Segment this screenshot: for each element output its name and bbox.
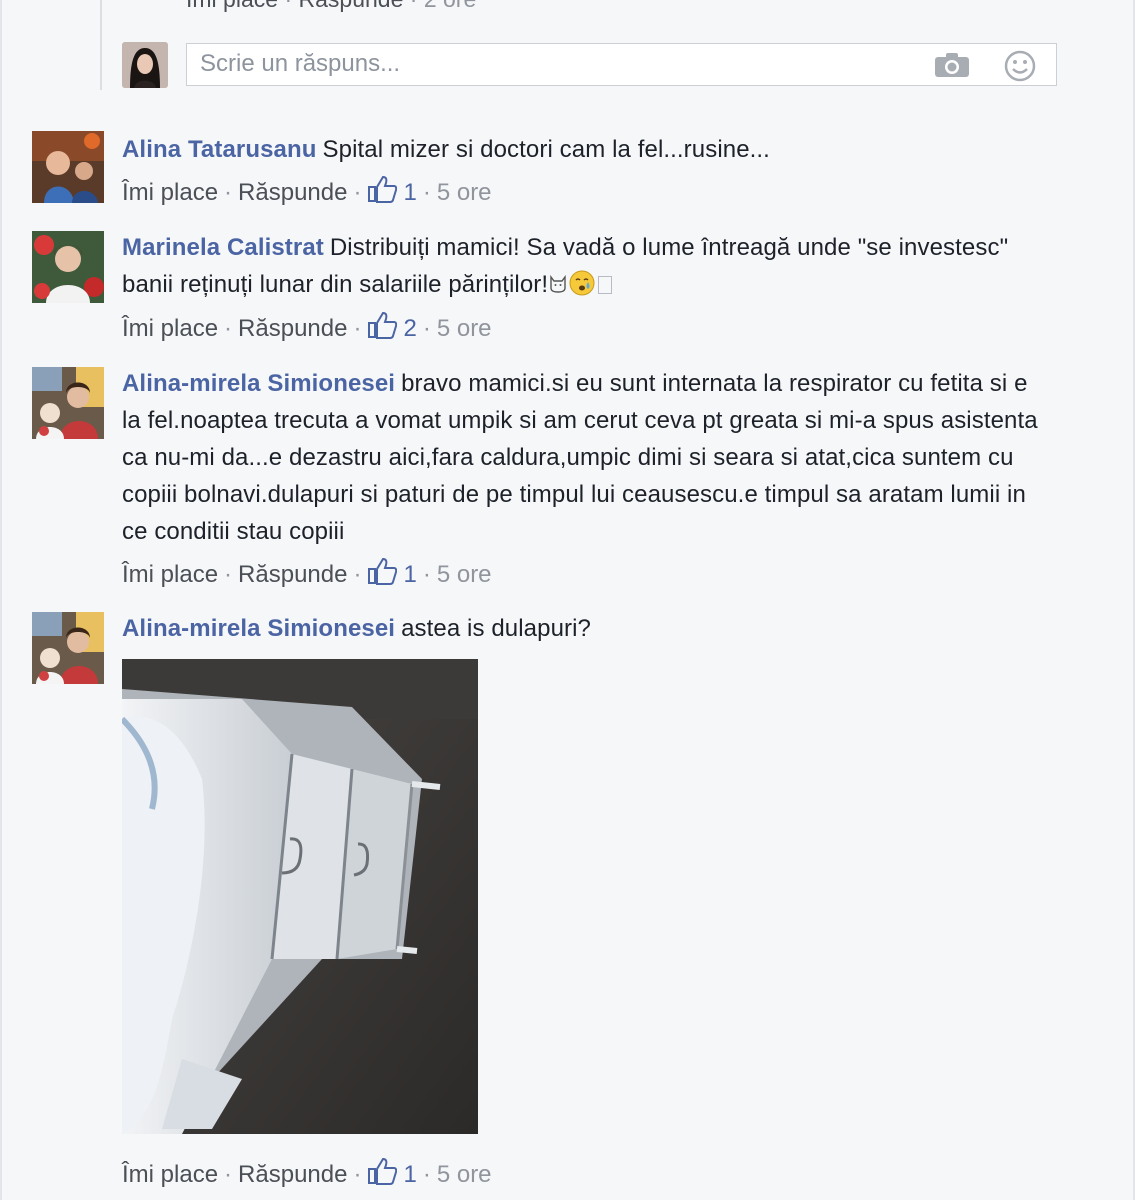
cutoff-timestamp[interactable]: 2 ore [424,0,476,12]
cutoff-reply-actions: Îmi place · Răspunde · 2 ore [186,0,476,13]
comment-timestamp[interactable]: 5 ore [437,561,492,588]
comment-actions: Îmi place · Răspunde · 1 · 5 ore [122,1157,1062,1193]
comment-actions: Îmi place · Răspunde · 1 · 5 ore [122,175,1062,211]
like-count[interactable]: 1 [403,1161,416,1188]
cat-face-emoji-icon [548,271,568,298]
left-border [0,0,2,1200]
like-count[interactable]: 1 [403,179,416,206]
comment-text: Spital mizer si doctori cam la fel...rus… [322,136,770,163]
avatar[interactable] [32,131,104,203]
smiley-icon[interactable] [1004,50,1036,87]
thumbs-up-icon[interactable] [367,1157,398,1196]
reply-input[interactable] [187,44,900,84]
like-link[interactable]: Îmi place [122,1161,218,1188]
comment-actions: Îmi place · Răspunde · 1 · 5 ore [122,557,1062,593]
comment-photo[interactable] [122,659,478,1134]
like-count[interactable]: 1 [403,561,416,588]
current-user-avatar[interactable] [122,42,168,88]
like-link[interactable]: Îmi place [122,561,218,588]
reply-link[interactable]: Răspunde [238,561,347,588]
like-link[interactable]: Îmi place [122,315,218,342]
reply-input-box[interactable] [186,43,1057,86]
comment-timestamp[interactable]: 5 ore [437,1161,492,1188]
unsupported-emoji-icon [598,276,613,294]
comment-author[interactable]: Alina-mirela Simionesei [122,615,395,642]
reply-link[interactable]: Răspunde [238,179,347,206]
comment-text: astea is dulapuri? [401,615,591,642]
avatar[interactable] [32,231,104,303]
thumbs-up-icon[interactable] [367,175,398,214]
avatar[interactable] [32,367,104,439]
camera-icon[interactable] [934,52,970,83]
comment-timestamp[interactable]: 5 ore [437,179,492,206]
comment-author[interactable]: Alina Tatarusanu [122,136,317,163]
comment-timestamp[interactable]: 5 ore [437,315,492,342]
like-link[interactable]: Îmi place [122,179,218,206]
thumbs-up-icon[interactable] [367,311,398,350]
like-count[interactable]: 2 [403,315,416,342]
cutoff-like-link[interactable]: Îmi place [186,0,278,12]
comment-actions: Îmi place · Răspunde · 2 · 5 ore [122,311,1062,347]
comment-author[interactable]: Marinela Calistrat [122,234,324,261]
reply-link[interactable]: Răspunde [238,315,347,342]
comment-author[interactable]: Alina-mirela Simionesei [122,370,395,397]
avatar[interactable] [32,612,104,684]
thumbs-up-icon[interactable] [367,557,398,596]
reply-link[interactable]: Răspunde [238,1161,347,1188]
reply-thread-line [100,0,102,90]
crying-emoji-icon [568,270,596,298]
cutoff-reply-link[interactable]: Răspunde [299,0,404,12]
